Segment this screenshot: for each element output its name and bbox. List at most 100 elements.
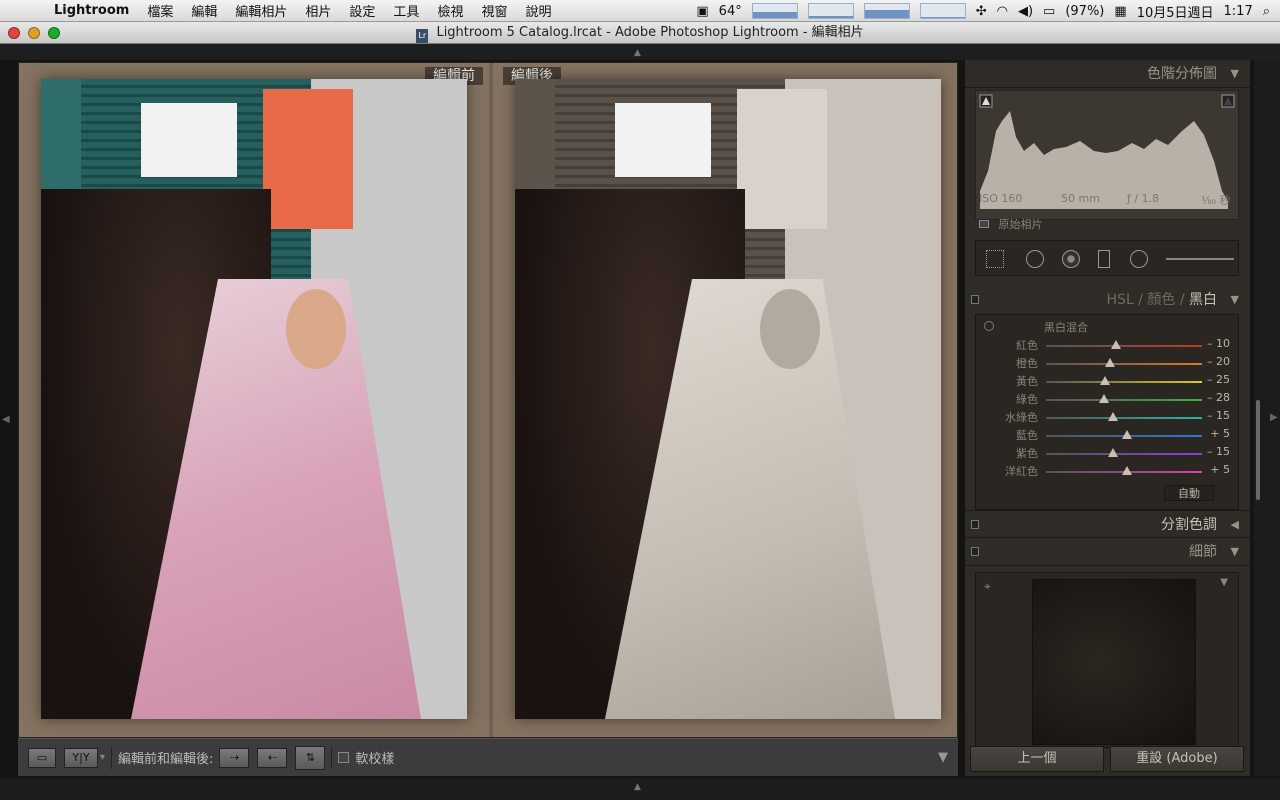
- tab-black-white[interactable]: 黑白: [1189, 292, 1217, 308]
- minimize-window-button[interactable]: [28, 27, 40, 39]
- histogram-header[interactable]: 色階分佈圖 ▼: [965, 60, 1251, 88]
- crop-tool-icon[interactable]: [986, 250, 1004, 268]
- shop-sign: [141, 103, 237, 177]
- bw-slider-track[interactable]: [1046, 381, 1202, 383]
- right-panel-scrollbar[interactable]: ▶: [1254, 60, 1280, 776]
- before-photo[interactable]: [41, 79, 467, 719]
- auto-button[interactable]: 自動: [1164, 485, 1214, 501]
- bw-slider-knob[interactable]: [1100, 376, 1111, 385]
- bw-slider-track[interactable]: [1046, 363, 1202, 365]
- temperature-readout[interactable]: 64°: [719, 4, 742, 19]
- original-photo-toggle[interactable]: 原始相片: [979, 216, 1043, 232]
- menu-photo[interactable]: 相片: [305, 1, 331, 20]
- soft-proofing-checkbox[interactable]: [338, 752, 350, 763]
- left-panel-toggle-icon[interactable]: ◀: [2, 414, 10, 425]
- bw-slider-track[interactable]: [1046, 345, 1202, 347]
- bw-slider-knob[interactable]: [1122, 430, 1133, 439]
- bw-slider-knob[interactable]: [1122, 466, 1133, 475]
- bw-slider-value[interactable]: + 5: [1190, 463, 1230, 476]
- detail-preview-image[interactable]: [1032, 579, 1196, 745]
- battery-percent[interactable]: (97%): [1065, 4, 1104, 19]
- bw-slider-knob[interactable]: [1108, 412, 1119, 421]
- date-readout[interactable]: 10月5日週日: [1137, 2, 1214, 21]
- menu-file[interactable]: 檔案: [147, 1, 173, 20]
- original-photo-label[interactable]: 原始相片: [999, 218, 1043, 231]
- tab-divider: /: [1138, 292, 1143, 308]
- graduated-filter-icon[interactable]: [1098, 250, 1110, 268]
- collapse-triangle-icon[interactable]: ▼: [1231, 538, 1239, 566]
- bw-slider-track[interactable]: [1046, 417, 1202, 419]
- time-readout[interactable]: 1:17: [1224, 4, 1253, 19]
- bw-slider-value[interactable]: + 5: [1190, 427, 1230, 440]
- copy-before-to-after-button[interactable]: ⇢: [219, 747, 250, 768]
- red-eye-tool-icon[interactable]: [1062, 250, 1080, 268]
- before-pane: 編輯前: [19, 63, 489, 737]
- target-adjustment-icon[interactable]: [984, 321, 994, 331]
- cpu-graph[interactable]: [751, 3, 798, 19]
- network-graph[interactable]: [919, 3, 966, 19]
- menu-view[interactable]: 檢視: [437, 1, 463, 20]
- bw-slider-value[interactable]: – 20: [1190, 355, 1230, 368]
- bw-slider-knob[interactable]: [1108, 448, 1119, 457]
- scrollbar-thumb[interactable]: [1256, 400, 1260, 500]
- menu-develop[interactable]: 編輯相片: [235, 1, 287, 20]
- wifi-icon[interactable]: ◠: [997, 4, 1008, 19]
- view-mode-dropdown-icon[interactable]: ▾: [100, 752, 105, 763]
- after-photo[interactable]: [515, 79, 941, 719]
- collapse-triangle-icon[interactable]: ▼: [1231, 60, 1239, 88]
- disk-graph[interactable]: [863, 3, 910, 19]
- before-after-mode-button[interactable]: Y|Y: [64, 747, 98, 768]
- expand-triangle-icon[interactable]: ◀: [1231, 511, 1239, 539]
- crosshair-icon[interactable]: ⌖: [984, 579, 991, 594]
- toolbar-menu-icon[interactable]: ▼: [938, 750, 948, 765]
- zoom-window-button[interactable]: [48, 27, 60, 39]
- radial-filter-icon[interactable]: [1130, 250, 1148, 268]
- detail-switch[interactable]: [971, 547, 979, 556]
- bw-slider-value[interactable]: – 28: [1190, 391, 1230, 404]
- close-window-button[interactable]: [8, 27, 20, 39]
- memory-graph[interactable]: [807, 3, 854, 19]
- split-toning-switch[interactable]: [971, 520, 979, 529]
- monitor-icon[interactable]: ▣: [696, 4, 708, 19]
- bw-slider-value[interactable]: – 15: [1190, 409, 1230, 422]
- bw-slider-knob[interactable]: [1104, 358, 1115, 367]
- menu-settings[interactable]: 設定: [349, 1, 375, 20]
- soft-proofing-label[interactable]: 軟校樣: [355, 748, 394, 767]
- bw-slider-label: 黃色: [1016, 375, 1038, 388]
- bw-slider-knob[interactable]: [1111, 340, 1122, 349]
- bw-slider-value[interactable]: – 15: [1190, 445, 1230, 458]
- top-panel-toggle[interactable]: ▲: [0, 44, 1280, 60]
- menu-help[interactable]: 說明: [525, 1, 551, 20]
- reset-button[interactable]: 重設 (Adobe): [1110, 746, 1244, 772]
- bluetooth-icon[interactable]: ✣: [976, 4, 987, 19]
- split-toning-header[interactable]: 分割色調 ◀: [965, 510, 1251, 538]
- previous-button[interactable]: 上一個: [970, 746, 1104, 772]
- detail-header[interactable]: 細節 ▼: [965, 538, 1251, 566]
- bw-slider-knob[interactable]: [1098, 394, 1109, 403]
- loupe-view-button[interactable]: ▭: [28, 747, 56, 768]
- flag-icon[interactable]: ▦: [1114, 4, 1126, 19]
- tab-color[interactable]: 顏色: [1147, 292, 1175, 308]
- volume-icon[interactable]: ◀): [1018, 4, 1033, 19]
- bw-slider-track[interactable]: [1046, 453, 1202, 455]
- copy-after-to-before-button[interactable]: ⇠: [257, 747, 288, 768]
- expand-top-panel-icon[interactable]: ▲: [634, 48, 641, 58]
- expand-filmstrip-icon[interactable]: ▲: [634, 782, 641, 792]
- detail-menu-icon[interactable]: ▼: [1220, 577, 1228, 588]
- menu-edit[interactable]: 編輯: [191, 1, 217, 20]
- battery-icon[interactable]: ▭: [1043, 4, 1055, 19]
- tab-hsl[interactable]: HSL: [1107, 292, 1134, 308]
- filmstrip-toggle[interactable]: ▲: [0, 778, 1280, 800]
- spotlight-search-icon[interactable]: ⌕: [1263, 4, 1270, 19]
- swap-settings-button[interactable]: ⇅: [295, 745, 326, 770]
- right-panel-toggle-icon[interactable]: ▶: [1270, 412, 1278, 423]
- bw-slider-track[interactable]: [1046, 399, 1202, 401]
- menu-window[interactable]: 視窗: [481, 1, 507, 20]
- bw-slider-value[interactable]: – 10: [1190, 337, 1230, 350]
- menu-app[interactable]: Lightroom: [54, 3, 129, 18]
- bw-slider-value[interactable]: – 25: [1190, 373, 1230, 386]
- adjustment-brush-icon[interactable]: [1166, 258, 1234, 260]
- spot-removal-tool-icon[interactable]: [1026, 250, 1044, 268]
- original-photo-checkbox[interactable]: [979, 220, 989, 228]
- menu-tools[interactable]: 工具: [393, 1, 419, 20]
